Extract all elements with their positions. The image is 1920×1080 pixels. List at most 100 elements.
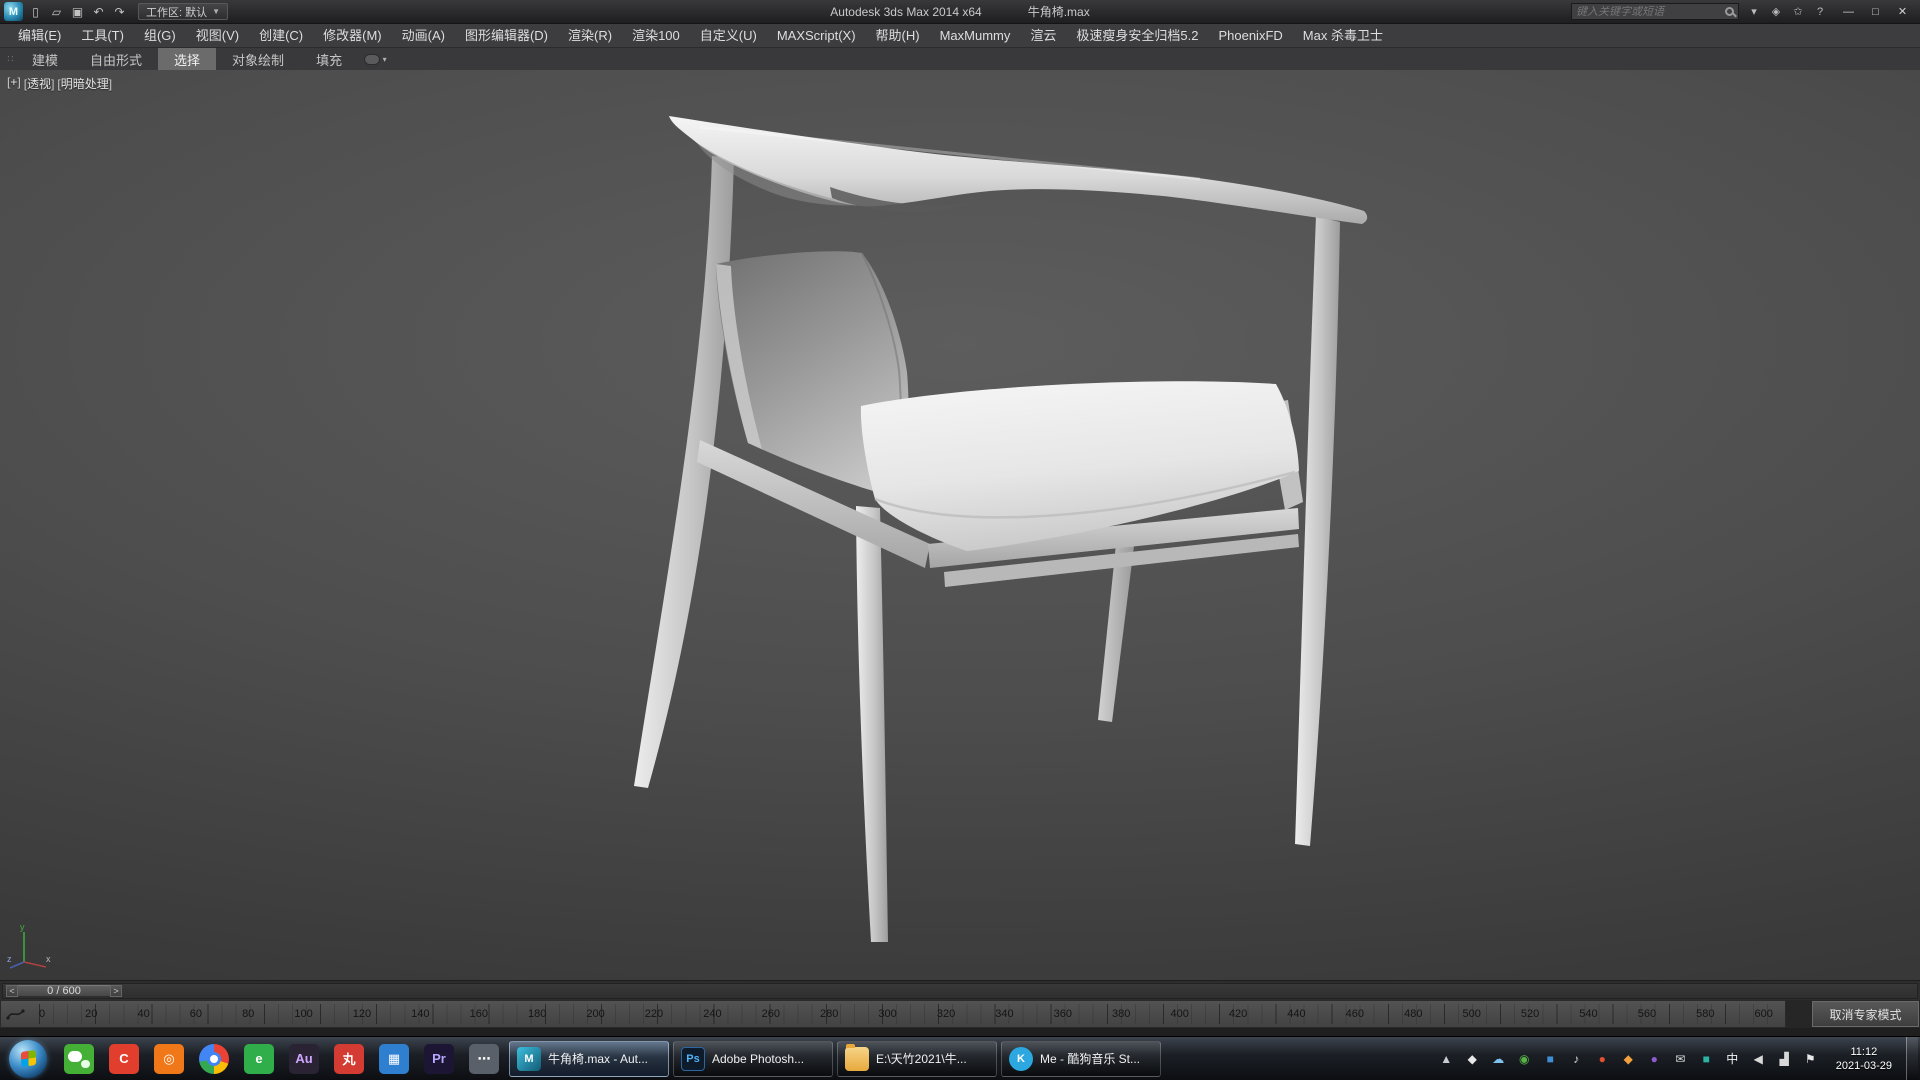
tray-app-icon[interactable]: ■ (1698, 1050, 1715, 1067)
menu-item[interactable]: 视图(V) (186, 24, 249, 48)
wechat-icon[interactable] (64, 1044, 94, 1074)
close-button[interactable]: ✕ (1889, 3, 1916, 21)
minimize-button[interactable]: — (1835, 3, 1862, 21)
ruler-tick-label: 380 (1112, 1008, 1130, 1020)
time-slider-track[interactable]: < 0 / 600 > (2, 983, 1918, 999)
ribbon-tab[interactable]: 自由形式 (74, 48, 158, 70)
menu-item[interactable]: MAXScript(X) (767, 24, 866, 48)
tray-mail-icon[interactable]: ✉ (1672, 1050, 1689, 1067)
menu-item[interactable]: 渲染100 (622, 24, 690, 48)
menu-item[interactable]: 创建(C) (249, 24, 313, 48)
menu-item[interactable]: 工具(T) (71, 24, 134, 48)
menu-item[interactable]: 渲云 (1020, 24, 1066, 48)
tray-cloud-icon[interactable]: ☁ (1490, 1050, 1507, 1067)
cancel-expert-mode-button[interactable]: 取消专家模式 (1812, 1001, 1919, 1027)
undo-icon[interactable]: ↶ (89, 3, 108, 20)
ime-icon[interactable]: 中 (1724, 1050, 1741, 1067)
maximize-button[interactable]: □ (1862, 3, 1889, 21)
search-icon[interactable] (1725, 7, 1734, 16)
ribbon-tab[interactable]: 对象绘制 (216, 48, 300, 70)
orange-app-icon[interactable]: ◎ (154, 1044, 184, 1074)
chrome-icon[interactable] (199, 1044, 229, 1074)
notification-flag-icon[interactable]: ⚑ (1802, 1050, 1819, 1067)
time-slider-handle[interactable]: < 0 / 600 > (6, 985, 122, 997)
ribbon-tab[interactable]: 填充 (300, 48, 358, 70)
menu-item[interactable]: 图形编辑器(D) (455, 24, 558, 48)
ruler-tick-label: 200 (586, 1008, 604, 1020)
svg-text:x: x (46, 954, 51, 964)
blue-app-icon[interactable]: ▦ (379, 1044, 409, 1074)
menu-item[interactable]: 组(G) (134, 24, 186, 48)
tray-shield-icon[interactable]: ◉ (1516, 1050, 1533, 1067)
ribbon-grip-icon[interactable]: ∷ (4, 48, 16, 70)
ruler-tick-label: 40 (137, 1008, 149, 1020)
show-desktop-button[interactable] (1906, 1037, 1918, 1080)
ruler-tick-label: 460 (1346, 1008, 1364, 1020)
ruler-tick-label: 480 (1404, 1008, 1422, 1020)
start-button[interactable] (9, 1040, 47, 1078)
tray-music-icon[interactable]: ♪ (1568, 1050, 1585, 1067)
redo-icon[interactable]: ↷ (110, 3, 129, 20)
time-slider-row: < 0 / 600 > (0, 980, 1920, 1000)
favorites-icon[interactable]: ✩ (1789, 4, 1807, 20)
menu-item[interactable]: 自定义(U) (690, 24, 767, 48)
ribbon-tab[interactable]: 建模 (16, 48, 74, 70)
mini-curve-editor-icon[interactable] (6, 1007, 26, 1021)
menu-item[interactable]: Max 杀毒卫士 (1293, 24, 1393, 48)
menu-item[interactable]: 帮助(H) (866, 24, 930, 48)
tray-app-icon[interactable]: ◆ (1464, 1050, 1481, 1067)
ruler-tick-label: 560 (1638, 1008, 1656, 1020)
taskbar-task-button[interactable]: M 牛角椅.max - Aut... (509, 1041, 669, 1077)
open-file-icon[interactable]: ▱ (47, 3, 66, 20)
audition-icon[interactable]: Au (289, 1044, 319, 1074)
menu-item[interactable]: MaxMummy (930, 24, 1021, 48)
menu-item[interactable]: 极速瘦身安全归档5.2 (1066, 24, 1208, 48)
taskbar-task-button[interactable]: Ps Adobe Photosh... (673, 1041, 833, 1077)
taskbar-task-button[interactable]: E:\天竹2021\牛... (837, 1041, 997, 1077)
next-frame-button[interactable]: > (110, 985, 122, 997)
viewport-menu-token[interactable]: 明暗处理 (57, 75, 112, 92)
workspace-dropdown[interactable]: 工作区: 默认 ▼ (138, 3, 228, 20)
taskbar-clock[interactable]: 11:12 2021-03-29 (1828, 1045, 1900, 1073)
viewport-menu-token[interactable]: + (7, 75, 21, 92)
current-frame-label[interactable]: 0 / 600 (18, 985, 110, 997)
track-bar[interactable]: 0204060801001201401601802002202402602803… (0, 1000, 1786, 1028)
task-app-icon: Ps (681, 1047, 705, 1071)
menu-item[interactable]: 动画(A) (392, 24, 455, 48)
volume-icon[interactable]: ◀ (1750, 1050, 1767, 1067)
app-menu-icon[interactable]: M (4, 2, 23, 21)
viewport-menu-token[interactable]: 透视 (24, 75, 55, 92)
menu-item[interactable]: 编辑(E) (8, 24, 71, 48)
wan-app-icon[interactable]: 丸 (334, 1044, 364, 1074)
tray-app-icon[interactable]: ● (1646, 1050, 1663, 1067)
network-icon[interactable]: ▟ (1776, 1050, 1793, 1067)
help-icon[interactable]: ? (1811, 4, 1829, 20)
tray-app-icon[interactable]: ● (1594, 1050, 1611, 1067)
menu-item[interactable]: 修改器(M) (313, 24, 392, 48)
communication-center-icon[interactable]: ◈ (1767, 4, 1785, 20)
tray-expand-icon[interactable]: ▲ (1438, 1050, 1455, 1067)
gray-app-icon[interactable]: ⋯ (469, 1044, 499, 1074)
previous-frame-button[interactable]: < (6, 985, 18, 997)
ruler-tick-label: 240 (703, 1008, 721, 1020)
ruler-tick-label: 440 (1287, 1008, 1305, 1020)
menu-item[interactable]: 渲染(R) (558, 24, 622, 48)
tray-app-icon[interactable]: ■ (1542, 1050, 1559, 1067)
ruler-tick-label: 160 (470, 1008, 488, 1020)
green-browser-icon[interactable]: e (244, 1044, 274, 1074)
red-browser-icon[interactable]: C (109, 1044, 139, 1074)
search-options-icon[interactable]: ▾ (1745, 4, 1763, 20)
windows-taskbar: C ◎ e Au 丸 ▦ Pr ⋯ M 牛角椅.max - Aut... Ps Adobe P… (0, 1036, 1920, 1080)
perspective-viewport[interactable]: +透视明暗处理 (0, 70, 1920, 980)
task-app-icon (845, 1047, 869, 1071)
tray-app-icon[interactable]: ◆ (1620, 1050, 1637, 1067)
menu-item[interactable]: PhoenixFD (1208, 24, 1292, 48)
search-input[interactable] (1576, 6, 1725, 18)
ribbon-tab[interactable]: 选择 (158, 48, 216, 70)
ruler-tick-label: 540 (1579, 1008, 1597, 1020)
taskbar-task-button[interactable]: K Me - 酷狗音乐 St... (1001, 1041, 1161, 1077)
new-scene-icon[interactable]: ▯ (26, 3, 45, 20)
ribbon-minimize-button[interactable]: ▾ (358, 48, 392, 70)
premiere-icon[interactable]: Pr (424, 1044, 454, 1074)
save-file-icon[interactable]: ▣ (68, 3, 87, 20)
